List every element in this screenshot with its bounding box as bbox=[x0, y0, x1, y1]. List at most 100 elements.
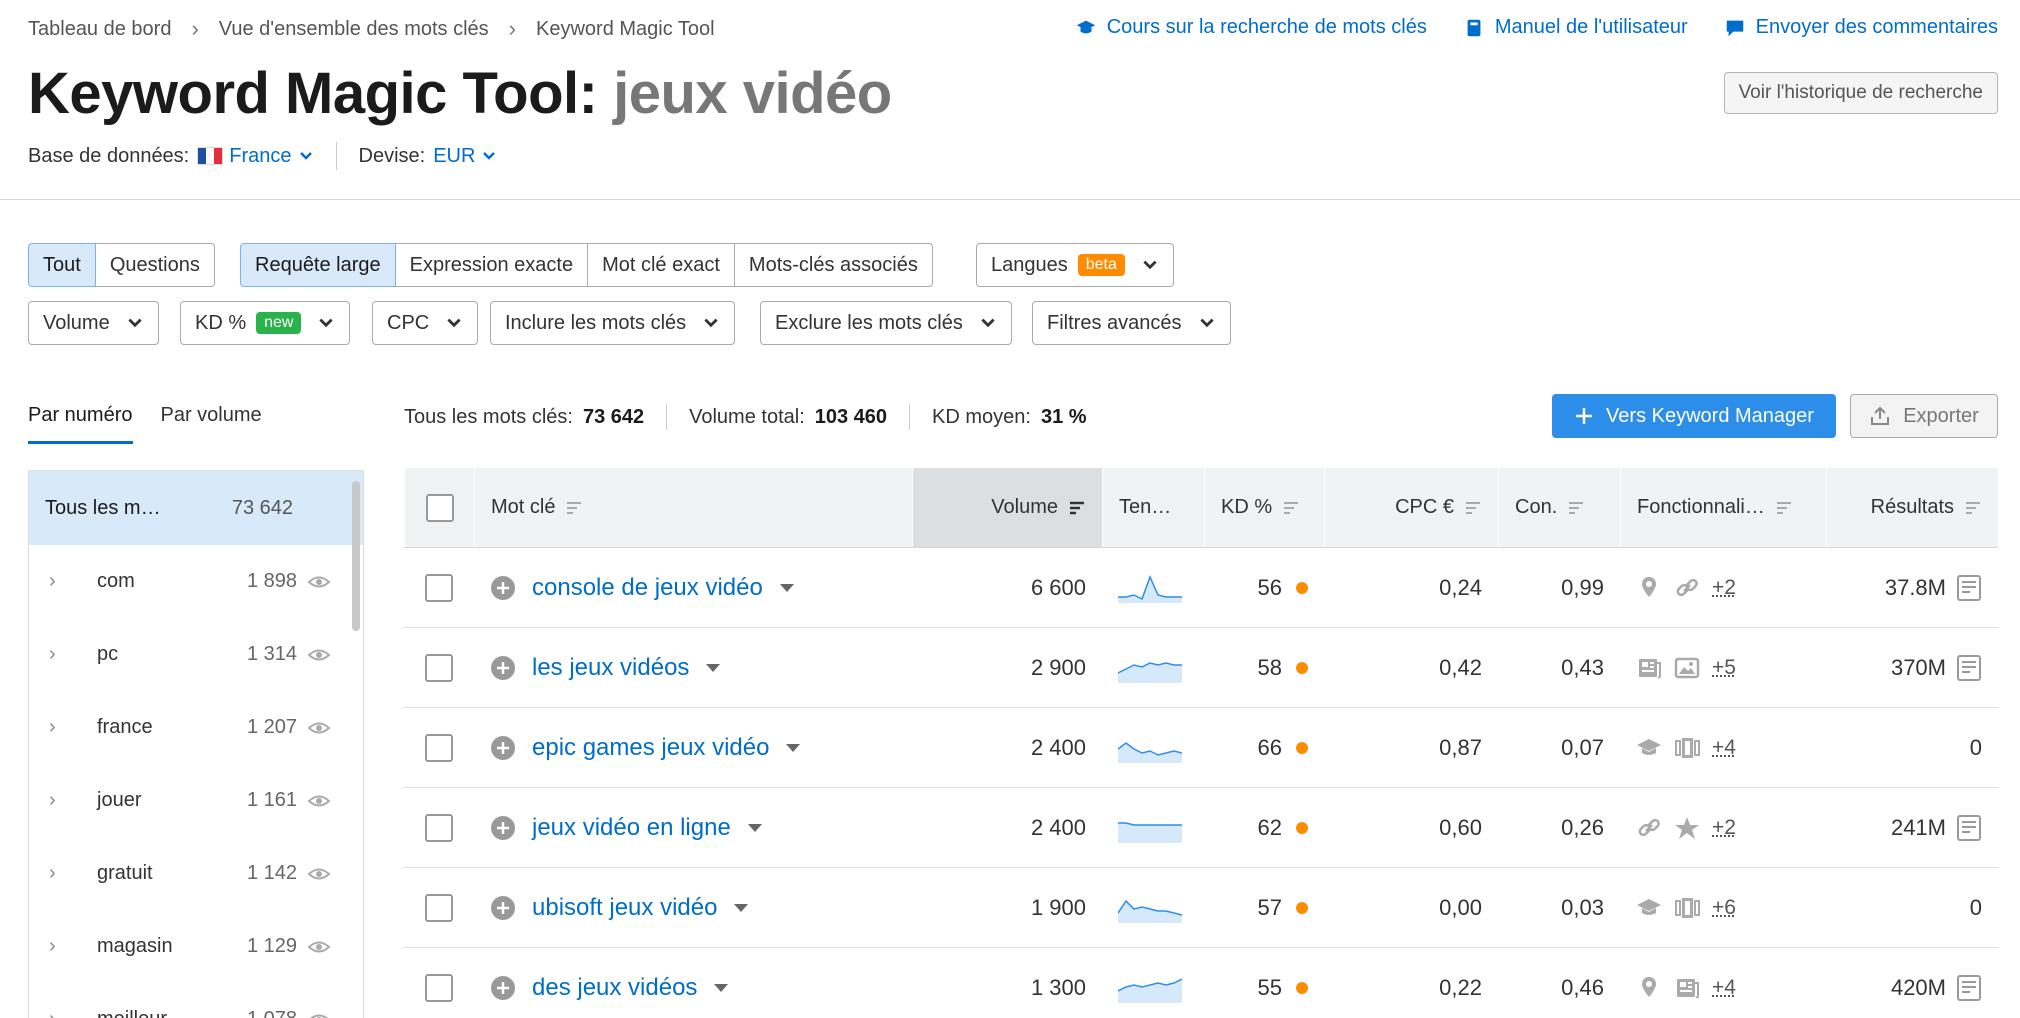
exclude-keywords-filter[interactable]: Exclure les mots clés bbox=[760, 301, 1012, 345]
header-cpc[interactable]: CPC € bbox=[1324, 468, 1498, 547]
eye-icon[interactable] bbox=[307, 862, 331, 886]
keyword-manager-button[interactable]: Vers Keyword Manager bbox=[1552, 394, 1836, 438]
chevron-right-icon[interactable]: › bbox=[49, 643, 79, 666]
row-checkbox[interactable] bbox=[425, 974, 453, 1002]
link-icon[interactable] bbox=[1674, 575, 1700, 601]
filter-phrase-match[interactable]: Expression exacte bbox=[395, 243, 588, 287]
keyword-link[interactable]: console de jeux vidéo bbox=[532, 574, 763, 602]
sidebar-scrollbar[interactable] bbox=[352, 481, 360, 631]
serp-icon[interactable] bbox=[1956, 574, 1982, 602]
caret-down-icon[interactable] bbox=[779, 582, 795, 594]
eye-icon[interactable] bbox=[307, 716, 331, 740]
keyword-link[interactable]: epic games jeux vidéo bbox=[532, 734, 769, 762]
sidebar-group-item[interactable]: › pc 1 314 bbox=[29, 618, 363, 691]
database-select[interactable]: France bbox=[197, 145, 313, 168]
caret-down-icon[interactable] bbox=[733, 902, 749, 914]
chevron-right-icon[interactable]: › bbox=[49, 716, 79, 739]
education-icon[interactable] bbox=[1636, 735, 1662, 761]
sidebar-group-item[interactable]: › france 1 207 bbox=[29, 691, 363, 764]
sidebar-group-item[interactable]: › magasin 1 129 bbox=[29, 910, 363, 983]
breadcrumb-overview[interactable]: Vue d'ensemble des mots clés bbox=[219, 18, 489, 41]
caret-down-icon[interactable] bbox=[785, 742, 801, 754]
pin-icon[interactable] bbox=[1636, 975, 1662, 1001]
currency-select[interactable]: EUR bbox=[433, 145, 497, 168]
header-keyword[interactable]: Mot clé bbox=[474, 468, 912, 547]
news-icon[interactable] bbox=[1636, 655, 1662, 681]
chevron-right-icon[interactable]: › bbox=[49, 862, 79, 885]
chevron-right-icon[interactable]: › bbox=[49, 1008, 79, 1018]
row-checkbox[interactable] bbox=[425, 814, 453, 842]
caret-down-icon[interactable] bbox=[705, 662, 721, 674]
export-button[interactable]: Exporter bbox=[1850, 394, 1998, 438]
row-checkbox[interactable] bbox=[425, 574, 453, 602]
add-keyword-icon[interactable] bbox=[490, 975, 516, 1001]
chevron-right-icon[interactable]: › bbox=[49, 570, 79, 593]
eye-icon[interactable] bbox=[307, 643, 331, 667]
more-features-link[interactable]: +2 bbox=[1712, 816, 1736, 840]
row-checkbox[interactable] bbox=[425, 654, 453, 682]
add-keyword-icon[interactable] bbox=[490, 655, 516, 681]
chevron-right-icon[interactable]: › bbox=[49, 789, 79, 812]
more-features-link[interactable]: +5 bbox=[1712, 656, 1736, 680]
serp-icon[interactable] bbox=[1956, 814, 1982, 842]
add-keyword-icon[interactable] bbox=[490, 735, 516, 761]
header-results[interactable]: Résultats bbox=[1826, 468, 1998, 547]
sidebar-group-item[interactable]: › jouer 1 161 bbox=[29, 764, 363, 837]
course-link[interactable]: Cours sur la recherche de mots clés bbox=[1075, 16, 1427, 39]
eye-icon[interactable] bbox=[307, 789, 331, 813]
star-icon[interactable] bbox=[1674, 815, 1700, 841]
image-icon[interactable] bbox=[1674, 655, 1700, 681]
sidebar-group-item[interactable]: ›meilleur1 078 bbox=[29, 983, 363, 1018]
filter-related[interactable]: Mots-clés associés bbox=[734, 243, 933, 287]
carousel-icon[interactable] bbox=[1674, 895, 1700, 921]
header-volume[interactable]: Volume bbox=[912, 468, 1102, 547]
sidebar-group-item[interactable]: › com 1 898 bbox=[29, 545, 363, 618]
manual-link[interactable]: Manuel de l'utilisateur bbox=[1463, 16, 1688, 39]
filter-exact-match[interactable]: Mot clé exact bbox=[587, 243, 735, 287]
kd-filter[interactable]: KD % new bbox=[180, 301, 350, 345]
filter-all[interactable]: Tout bbox=[28, 243, 96, 287]
keyword-link[interactable]: ubisoft jeux vidéo bbox=[532, 894, 717, 922]
eye-icon[interactable] bbox=[307, 570, 331, 594]
eye-icon[interactable] bbox=[307, 935, 331, 959]
add-keyword-icon[interactable] bbox=[490, 895, 516, 921]
include-keywords-filter[interactable]: Inclure les mots clés bbox=[490, 301, 735, 345]
serp-icon[interactable] bbox=[1956, 654, 1982, 682]
row-checkbox[interactable] bbox=[425, 734, 453, 762]
select-all-checkbox[interactable] bbox=[426, 494, 454, 522]
caret-down-icon[interactable] bbox=[747, 822, 763, 834]
sidebar-group-item[interactable]: › gratuit 1 142 bbox=[29, 837, 363, 910]
tab-by-number[interactable]: Par numéro bbox=[28, 404, 133, 444]
filter-broad-match[interactable]: Requête large bbox=[240, 243, 396, 287]
tab-by-volume[interactable]: Par volume bbox=[161, 404, 262, 444]
advanced-filters[interactable]: Filtres avancés bbox=[1032, 301, 1231, 345]
pin-icon[interactable] bbox=[1636, 575, 1662, 601]
search-history-button[interactable]: Voir l'historique de recherche bbox=[1724, 72, 1998, 114]
row-checkbox[interactable] bbox=[425, 894, 453, 922]
more-features-link[interactable]: +6 bbox=[1712, 896, 1736, 920]
more-features-link[interactable]: +4 bbox=[1712, 976, 1736, 1000]
feedback-link[interactable]: Envoyer des commentaires bbox=[1724, 16, 1998, 39]
caret-down-icon[interactable] bbox=[713, 982, 729, 994]
chevron-right-icon[interactable]: › bbox=[49, 935, 79, 958]
more-features-link[interactable]: +4 bbox=[1712, 736, 1736, 760]
languages-dropdown[interactable]: Langues beta bbox=[976, 243, 1174, 287]
more-features-link[interactable]: +2 bbox=[1712, 576, 1736, 600]
serp-icon[interactable] bbox=[1956, 974, 1982, 1002]
keyword-link[interactable]: les jeux vidéos bbox=[532, 654, 689, 682]
keyword-link[interactable]: des jeux vidéos bbox=[532, 974, 697, 1002]
header-trend[interactable]: Ten… bbox=[1102, 468, 1204, 547]
volume-filter[interactable]: Volume bbox=[28, 301, 159, 345]
filter-questions[interactable]: Questions bbox=[95, 243, 215, 287]
header-serp-features[interactable]: Fonctionnali… bbox=[1620, 468, 1826, 547]
keyword-link[interactable]: jeux vidéo en ligne bbox=[532, 814, 731, 842]
group-all[interactable]: Tous les m… 73 642 bbox=[29, 471, 363, 545]
education-icon[interactable] bbox=[1636, 895, 1662, 921]
link-icon[interactable] bbox=[1636, 815, 1662, 841]
add-keyword-icon[interactable] bbox=[490, 815, 516, 841]
header-competition[interactable]: Con. bbox=[1498, 468, 1620, 547]
add-keyword-icon[interactable] bbox=[490, 575, 516, 601]
news-icon[interactable] bbox=[1674, 975, 1700, 1001]
header-kd[interactable]: KD % bbox=[1204, 468, 1324, 547]
breadcrumb-dashboard[interactable]: Tableau de bord bbox=[28, 18, 171, 41]
